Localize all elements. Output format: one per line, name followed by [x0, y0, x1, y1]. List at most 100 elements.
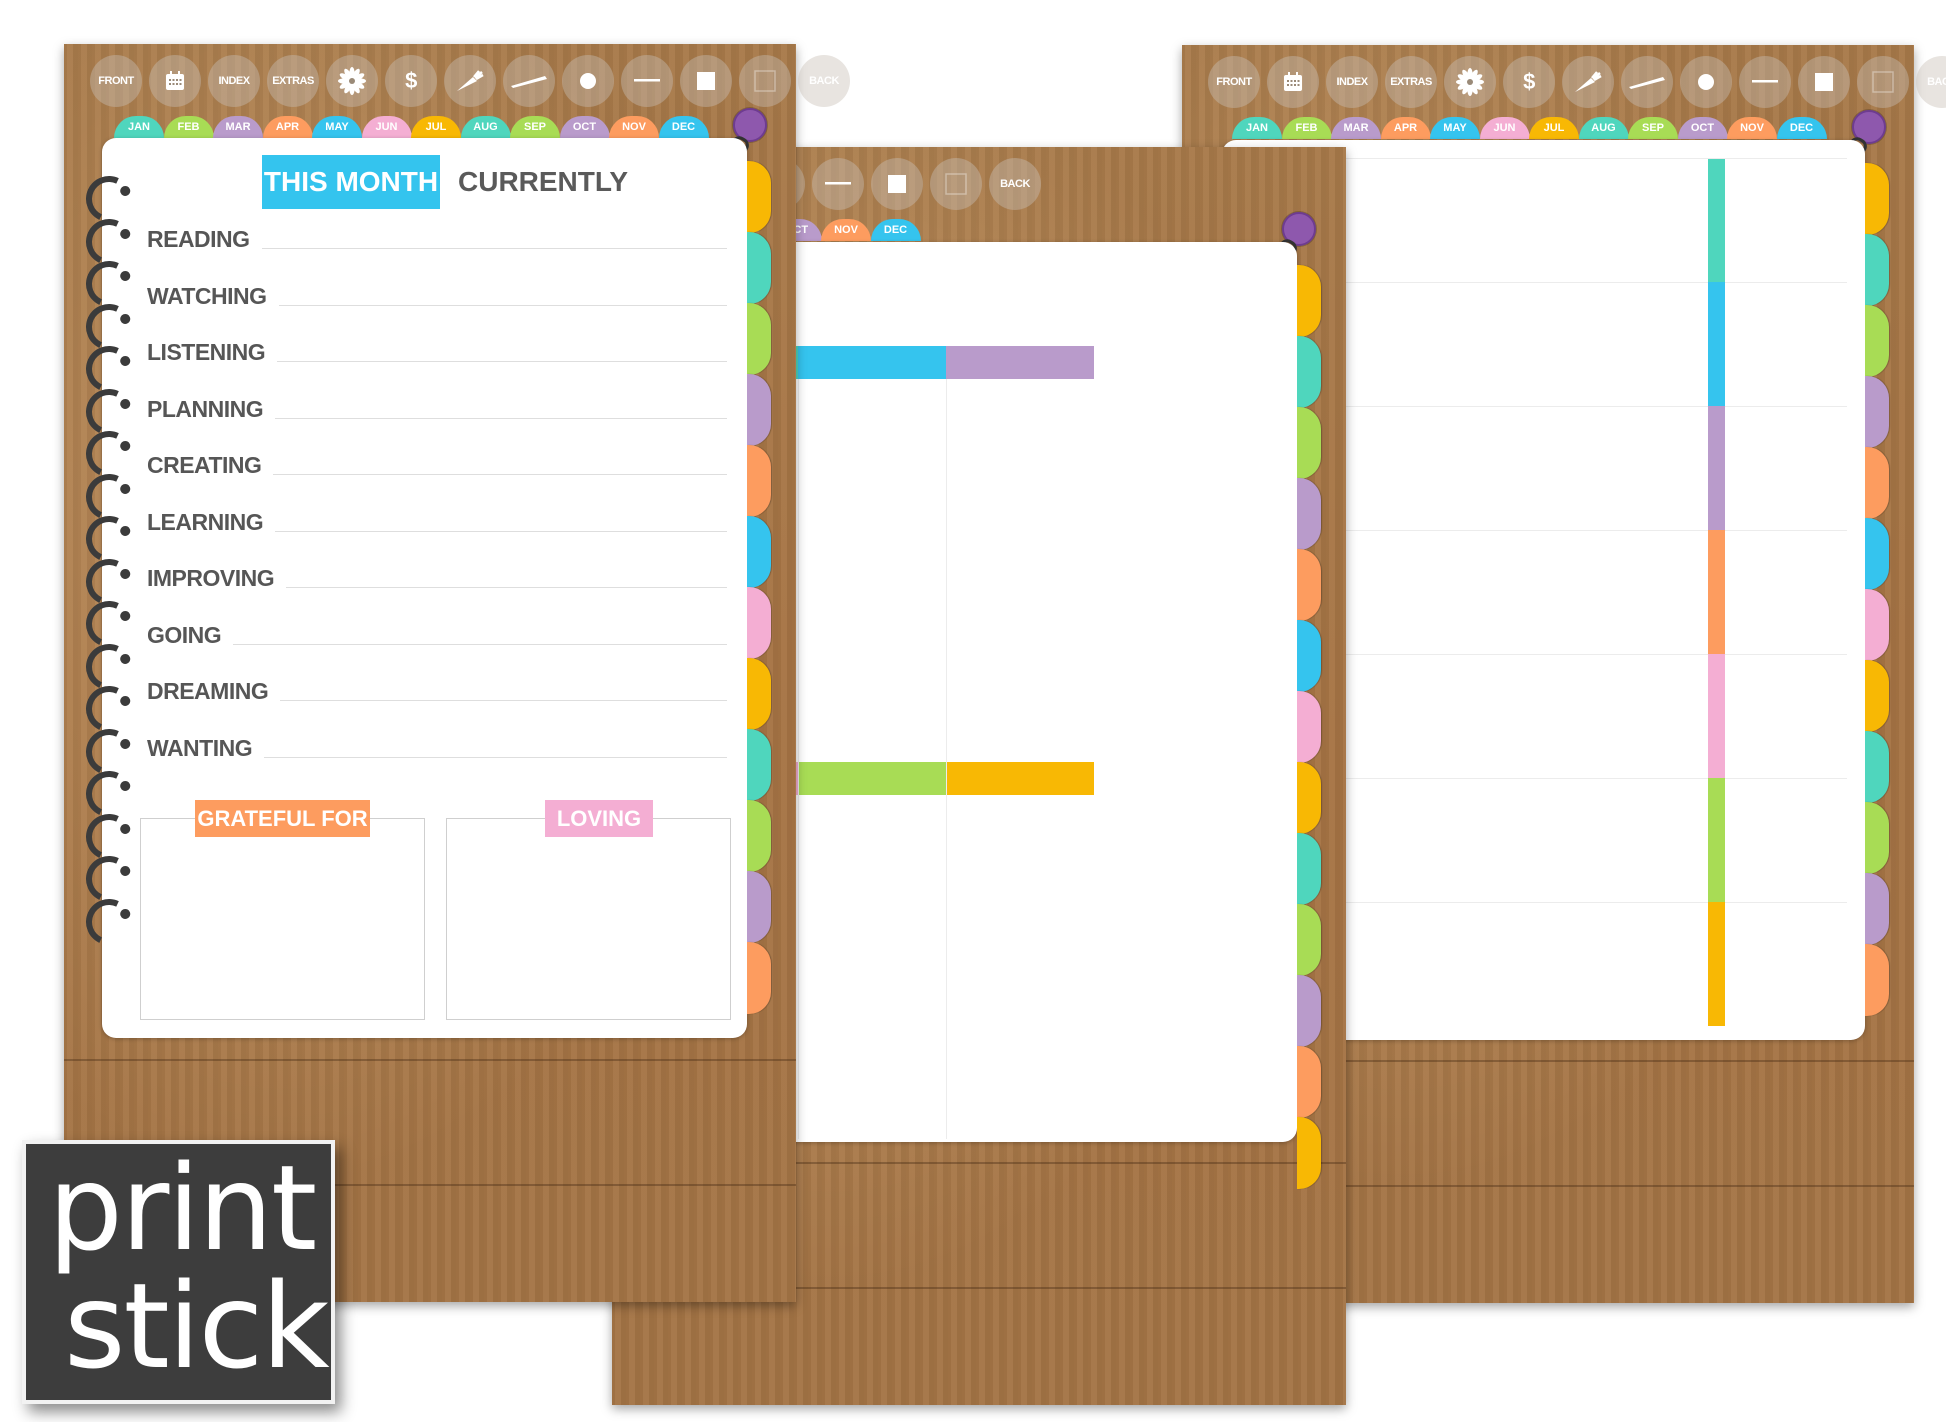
month-tab-dec[interactable]: DEC — [870, 219, 921, 241]
month-tab-oct[interactable]: OCT — [1677, 117, 1728, 139]
side-tab[interactable] — [747, 658, 771, 730]
side-tab[interactable] — [1865, 802, 1889, 874]
side-tab[interactable] — [1297, 762, 1321, 834]
month-tab-oct[interactable]: OCT — [559, 116, 610, 138]
toolbar-button-index[interactable]: INDEX — [1326, 56, 1378, 108]
month-tab-nov[interactable]: NOV — [1727, 117, 1777, 139]
side-tab[interactable] — [747, 587, 771, 659]
side-tab[interactable] — [747, 871, 771, 943]
toolbar-button-filled-square[interactable] — [1798, 56, 1850, 108]
month-tab-jan[interactable]: JAN — [1232, 117, 1282, 139]
side-tab[interactable] — [747, 445, 771, 517]
toolbar-button-back[interactable]: BACK — [798, 55, 850, 107]
toolbar-button-dot[interactable] — [562, 55, 614, 107]
loving-box[interactable] — [446, 818, 731, 1020]
toolbar-button-dollar[interactable]: $ — [385, 55, 437, 107]
toolbar-button-back[interactable]: BACK — [1916, 56, 1946, 108]
toolbar-button-carrot[interactable] — [1562, 56, 1614, 108]
month-tab-dec[interactable]: DEC — [1776, 117, 1827, 139]
side-tab[interactable] — [1865, 873, 1889, 945]
toolbar-button-front[interactable]: FRONT — [90, 55, 142, 107]
side-tab[interactable] — [1865, 944, 1889, 1016]
write-line[interactable] — [286, 587, 727, 588]
toolbar-button-dollar[interactable]: $ — [1503, 56, 1555, 108]
write-line[interactable] — [273, 474, 727, 475]
month-tab-jan[interactable]: JAN — [114, 116, 164, 138]
side-tab[interactable] — [747, 729, 771, 801]
side-tab[interactable] — [747, 516, 771, 588]
grateful-for-box[interactable] — [140, 818, 425, 1020]
month-tab-apr[interactable]: APR — [262, 116, 313, 138]
toolbar-button-carrot[interactable] — [444, 55, 496, 107]
month-tab-mar[interactable]: MAR — [213, 116, 263, 138]
month-tab-sep[interactable]: SEP — [1628, 117, 1678, 139]
write-line[interactable] — [264, 756, 727, 758]
month-tab-jun[interactable]: JUN — [361, 116, 412, 138]
write-line[interactable] — [275, 530, 727, 532]
toolbar-button-calendar[interactable] — [1267, 56, 1319, 108]
write-line[interactable] — [275, 417, 727, 419]
month-tab-jul[interactable]: JUL — [1529, 117, 1579, 139]
toolbar-button-dash[interactable] — [621, 55, 673, 107]
side-tab[interactable] — [1297, 620, 1321, 692]
toolbar-button-dash[interactable] — [1739, 56, 1791, 108]
side-tab[interactable] — [1297, 833, 1321, 905]
month-tab-may[interactable]: MAY — [312, 116, 362, 138]
write-line[interactable] — [278, 304, 727, 306]
write-line[interactable] — [277, 361, 727, 362]
side-tab[interactable] — [1865, 305, 1889, 377]
side-tab[interactable] — [1865, 589, 1889, 661]
toolbar-button-pen[interactable] — [1621, 56, 1673, 108]
side-tab[interactable] — [747, 161, 771, 233]
toolbar-button-extras[interactable]: EXTRAS — [1385, 56, 1437, 108]
side-tab[interactable] — [1297, 904, 1321, 976]
side-tab[interactable] — [747, 800, 771, 872]
toolbar-button-empty-square[interactable] — [1857, 56, 1909, 108]
side-tab[interactable] — [1297, 1046, 1321, 1118]
side-tab[interactable] — [1297, 407, 1321, 479]
month-tab-aug[interactable]: AUG — [1578, 117, 1629, 139]
side-tab[interactable] — [1865, 660, 1889, 732]
side-tab[interactable] — [1297, 265, 1321, 337]
toolbar-button-dash[interactable] — [812, 158, 864, 210]
month-tab-nov[interactable]: NOV — [821, 219, 871, 241]
side-tab[interactable] — [1297, 478, 1321, 550]
side-tab[interactable] — [1865, 518, 1889, 590]
side-tab[interactable] — [1865, 376, 1889, 448]
toolbar-button-calendar[interactable] — [149, 55, 201, 107]
side-tab[interactable] — [1297, 975, 1321, 1047]
month-tab-may[interactable]: MAY — [1430, 117, 1480, 139]
toolbar-button-filled-square[interactable] — [871, 158, 923, 210]
month-tab-feb[interactable]: FEB — [1281, 117, 1332, 139]
month-tab-feb[interactable]: FEB — [163, 116, 214, 138]
toolbar-button-pen[interactable] — [503, 55, 555, 107]
toolbar-button-index[interactable]: INDEX — [208, 55, 260, 107]
toolbar-button-flower[interactable] — [326, 55, 378, 107]
side-tab[interactable] — [747, 232, 771, 304]
toolbar-button-empty-square[interactable] — [930, 158, 982, 210]
toolbar-button-extras[interactable]: EXTRAS — [267, 55, 319, 107]
toolbar-button-dot[interactable] — [1680, 56, 1732, 108]
toolbar-button-filled-square[interactable] — [680, 55, 732, 107]
write-line[interactable] — [280, 700, 727, 701]
month-tab-mar[interactable]: MAR — [1331, 117, 1381, 139]
side-tab[interactable] — [747, 303, 771, 375]
side-tab[interactable] — [1297, 549, 1321, 621]
toolbar-button-flower[interactable] — [1444, 56, 1496, 108]
side-tab[interactable] — [747, 942, 771, 1014]
side-tab[interactable] — [1865, 731, 1889, 803]
month-tab-apr[interactable]: APR — [1380, 117, 1431, 139]
toolbar-button-empty-square[interactable] — [739, 55, 791, 107]
side-tab[interactable] — [1297, 1117, 1321, 1189]
write-line[interactable] — [261, 248, 727, 249]
month-tab-jul[interactable]: JUL — [411, 116, 461, 138]
month-tab-dec[interactable]: DEC — [658, 116, 709, 138]
month-tab-nov[interactable]: NOV — [609, 116, 659, 138]
side-tab[interactable] — [747, 374, 771, 446]
side-tab[interactable] — [1297, 336, 1321, 408]
write-line[interactable] — [233, 643, 727, 645]
month-tab-sep[interactable]: SEP — [510, 116, 560, 138]
side-tab[interactable] — [1865, 447, 1889, 519]
side-tab[interactable] — [1865, 163, 1889, 235]
toolbar-button-back[interactable]: BACK — [989, 158, 1041, 210]
